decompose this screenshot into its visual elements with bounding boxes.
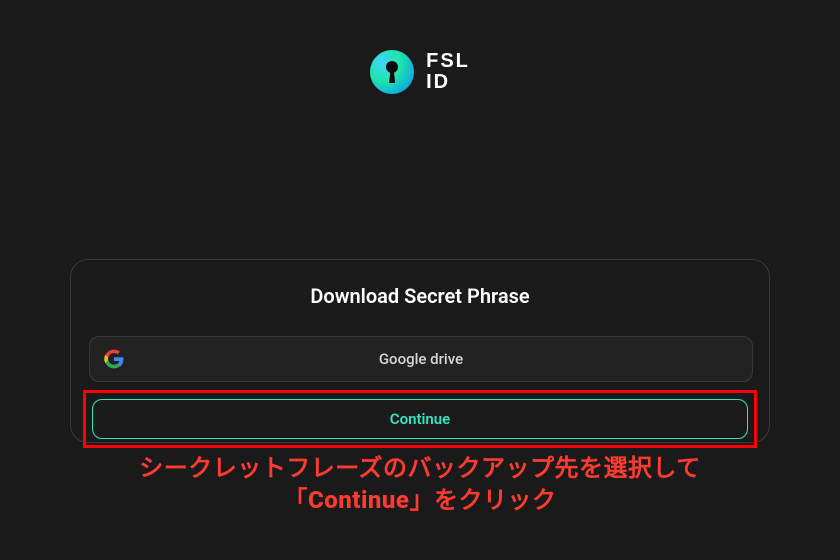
lock-icon xyxy=(370,50,414,94)
annotation-line1: シークレットフレーズのバックアップ先を選択して xyxy=(71,452,769,484)
brand-text: FSL ID xyxy=(426,51,470,93)
page-root: FSL ID Download Secret Phrase Google dri… xyxy=(0,0,840,560)
annotation-line2: 「Continue」をクリック xyxy=(71,484,769,516)
continue-button[interactable]: Continue xyxy=(92,399,748,439)
google-drive-option[interactable]: Google drive xyxy=(89,336,753,382)
brand-text-line1: FSL xyxy=(426,51,470,72)
continue-highlight-box: Continue xyxy=(83,390,757,448)
google-icon xyxy=(104,349,124,369)
continue-label: Continue xyxy=(390,410,450,428)
google-drive-label: Google drive xyxy=(379,350,463,368)
brand-logo: FSL ID xyxy=(370,50,470,94)
card-title: Download Secret Phrase xyxy=(89,284,751,308)
brand-text-line2: ID xyxy=(426,72,470,93)
download-card: Download Secret Phrase Google drive Cont… xyxy=(70,259,770,443)
instruction-annotation: シークレットフレーズのバックアップ先を選択して 「Continue」をクリック xyxy=(71,452,769,517)
